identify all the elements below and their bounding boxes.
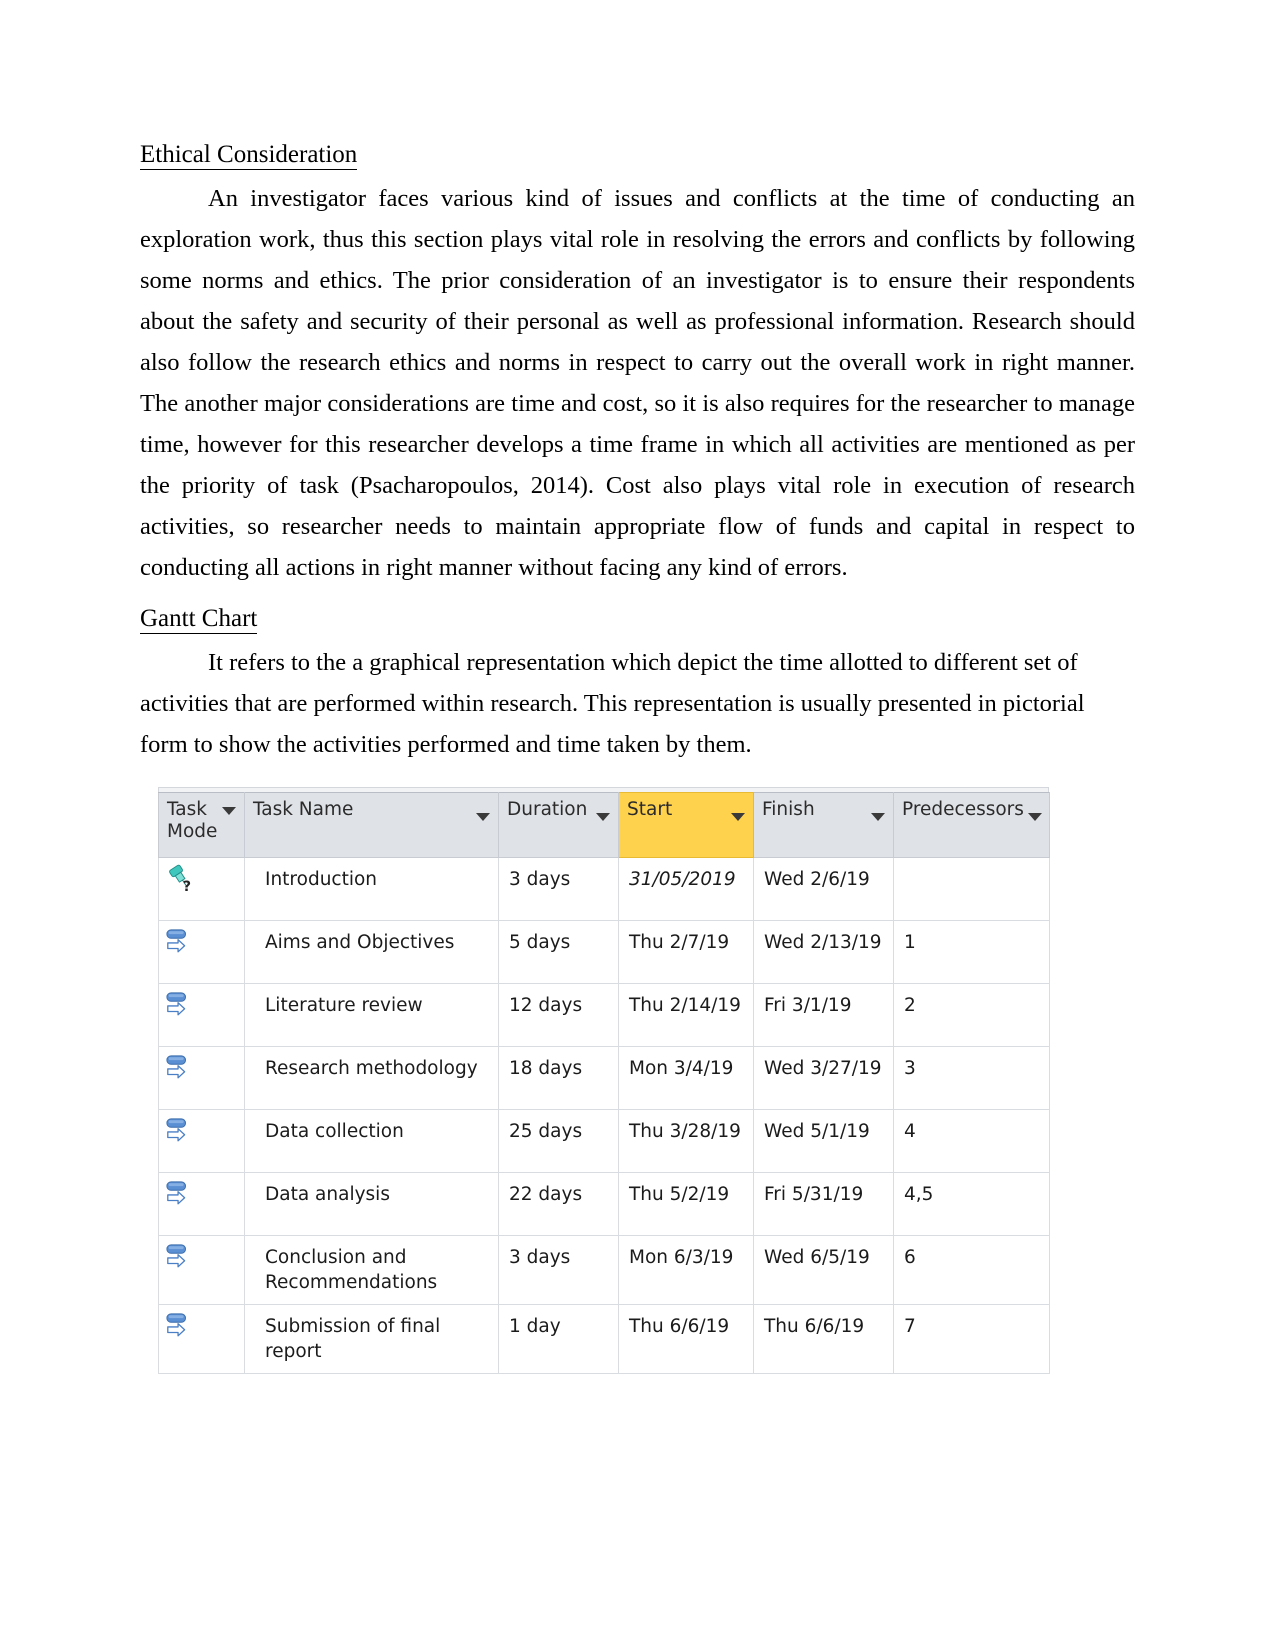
chevron-down-icon[interactable] <box>596 813 610 821</box>
cell-task-mode[interactable] <box>158 1046 245 1110</box>
cell-duration[interactable]: 1 day <box>498 1304 619 1374</box>
chevron-down-icon[interactable] <box>1027 813 1042 821</box>
column-header-duration[interactable]: Duration <box>498 792 619 858</box>
table-row[interactable]: Submission of final report 1 day Thu 6/6/1… <box>158 1304 1050 1374</box>
table-row[interactable]: Aims and Objectives 5 days Thu 2/7/19 Wed 2… <box>158 920 1050 984</box>
cell-finish[interactable]: Fri 3/1/19 <box>753 983 894 1047</box>
cell-predecessors[interactable]: 3 <box>893 1046 1050 1110</box>
cell-duration[interactable]: 3 days <box>498 857 619 921</box>
svg-text:?: ? <box>183 879 191 894</box>
column-header-label: Duration <box>507 799 588 820</box>
cell-duration[interactable]: 22 days <box>498 1172 619 1236</box>
cell-task-name[interactable]: Aims and Objectives <box>244 920 499 984</box>
chevron-down-icon[interactable] <box>871 813 885 821</box>
cell-start[interactable]: Thu 5/2/19 <box>618 1172 754 1236</box>
auto-schedule-icon[interactable] <box>165 1242 244 1272</box>
cell-start[interactable]: Mon 6/3/19 <box>618 1235 754 1305</box>
cell-predecessors[interactable] <box>893 857 1050 921</box>
cell-task-name[interactable]: Introduction <box>244 857 499 921</box>
cell-duration[interactable]: 25 days <box>498 1109 619 1173</box>
cell-duration[interactable]: 3 days <box>498 1235 619 1305</box>
cell-start[interactable]: Thu 2/14/19 <box>618 983 754 1047</box>
auto-schedule-icon[interactable] <box>165 1311 244 1341</box>
chevron-down-icon[interactable] <box>731 813 745 821</box>
cell-duration[interactable]: 12 days <box>498 983 619 1047</box>
auto-schedule-icon[interactable] <box>165 1179 244 1209</box>
cell-task-mode[interactable] <box>158 1304 245 1374</box>
column-header-finish[interactable]: Finish <box>753 792 894 858</box>
chevron-down-icon[interactable] <box>476 813 490 821</box>
paragraph-ethical-consideration: An investigator faces various kind of is… <box>140 185 1135 581</box>
document-page: Ethical Consideration An investigator fa… <box>0 0 1275 1651</box>
section-heading-gantt-chart: Gantt Chart <box>140 604 1135 634</box>
cell-predecessors[interactable]: 4,5 <box>893 1172 1050 1236</box>
cell-task-mode[interactable] <box>158 920 245 984</box>
cell-task-name[interactable]: Research methodology <box>244 1046 499 1110</box>
cell-finish[interactable]: Wed 5/1/19 <box>753 1109 894 1173</box>
column-header-label: Start <box>627 799 673 820</box>
gantt-table-container: Task Mode Task Name Duration Start Finis… <box>158 787 1050 1374</box>
table-row[interactable]: Research methodology 18 days Mon 3/4/19 Wed… <box>158 1046 1050 1110</box>
section-heading-ethical-consideration: Ethical Consideration <box>140 140 1135 170</box>
cell-task-mode[interactable] <box>158 1109 245 1173</box>
gantt-task-table: Task Mode Task Name Duration Start Finis… <box>158 792 1050 1374</box>
column-header-label: Task Name <box>253 799 354 820</box>
column-header-label: Task Mode <box>167 799 218 842</box>
table-row[interactable]: Data collection 25 days Thu 3/28/19 Wed 5/1… <box>158 1109 1050 1173</box>
cell-start[interactable]: Thu 3/28/19 <box>618 1109 754 1173</box>
cell-task-name[interactable]: Data analysis <box>244 1172 499 1236</box>
cell-predecessors[interactable]: 1 <box>893 920 1050 984</box>
table-header-row: Task Mode Task Name Duration Start Finis… <box>158 792 1050 858</box>
cell-finish[interactable]: Wed 2/6/19 <box>753 857 894 921</box>
paragraph-gantt-chart: It refers to the a graphical representat… <box>140 649 1085 758</box>
cell-finish[interactable]: Wed 3/27/19 <box>753 1046 894 1110</box>
cell-predecessors[interactable]: 4 <box>893 1109 1050 1173</box>
auto-schedule-icon[interactable] <box>165 1116 244 1146</box>
pushpin-question-icon[interactable]: ? <box>165 864 244 894</box>
column-header-label: Predecessors <box>902 799 1024 820</box>
cell-task-name[interactable]: Submission of final report <box>244 1304 499 1374</box>
column-header-start[interactable]: Start <box>618 792 754 858</box>
cell-task-name[interactable]: Data collection <box>244 1109 499 1173</box>
cell-task-mode[interactable]: ? <box>158 857 245 921</box>
cell-duration[interactable]: 18 days <box>498 1046 619 1110</box>
cell-start[interactable]: Mon 3/4/19 <box>618 1046 754 1110</box>
cell-start[interactable]: Thu 6/6/19 <box>618 1304 754 1374</box>
cell-task-mode[interactable] <box>158 1235 245 1305</box>
table-row[interactable]: Conclusion and Recommendations 3 days Mon … <box>158 1235 1050 1305</box>
cell-task-mode[interactable] <box>158 1172 245 1236</box>
cell-task-name[interactable]: Literature review <box>244 983 499 1047</box>
table-body: ? Introduction 3 days 31/05/2019 Wed 2/6/19 A… <box>158 857 1050 1374</box>
auto-schedule-icon[interactable] <box>165 990 244 1020</box>
cell-finish[interactable]: Fri 5/31/19 <box>753 1172 894 1236</box>
column-header-predecessors[interactable]: Predecessors <box>893 792 1050 858</box>
cell-predecessors[interactable]: 7 <box>893 1304 1050 1374</box>
cell-finish[interactable]: Wed 6/5/19 <box>753 1235 894 1305</box>
cell-predecessors[interactable]: 6 <box>893 1235 1050 1305</box>
cell-finish[interactable]: Wed 2/13/19 <box>753 920 894 984</box>
cell-task-name[interactable]: Conclusion and Recommendations <box>244 1235 499 1305</box>
cell-start[interactable]: 31/05/2019 <box>618 857 754 921</box>
table-header: Task Mode Task Name Duration Start Finis… <box>158 792 1050 858</box>
column-header-task-mode[interactable]: Task Mode <box>158 792 245 858</box>
cell-finish[interactable]: Thu 6/6/19 <box>753 1304 894 1374</box>
table-row[interactable]: ? Introduction 3 days 31/05/2019 Wed 2/6/19 <box>158 857 1050 921</box>
cell-predecessors[interactable]: 2 <box>893 983 1050 1047</box>
auto-schedule-icon[interactable] <box>165 1053 244 1083</box>
cell-duration[interactable]: 5 days <box>498 920 619 984</box>
cell-task-mode[interactable] <box>158 983 245 1047</box>
table-row[interactable]: Data analysis 22 days Thu 5/2/19 Fri 5/31/1… <box>158 1172 1050 1236</box>
cell-start[interactable]: Thu 2/7/19 <box>618 920 754 984</box>
auto-schedule-icon[interactable] <box>165 927 244 957</box>
column-header-label: Finish <box>762 799 815 820</box>
chevron-down-icon[interactable] <box>222 807 236 815</box>
heading-text: Gantt Chart <box>140 605 258 634</box>
column-header-task-name[interactable]: Task Name <box>244 792 499 858</box>
table-row[interactable]: Literature review 12 days Thu 2/14/19 Fri 3… <box>158 983 1050 1047</box>
heading-text: Ethical Consideration <box>140 141 358 170</box>
